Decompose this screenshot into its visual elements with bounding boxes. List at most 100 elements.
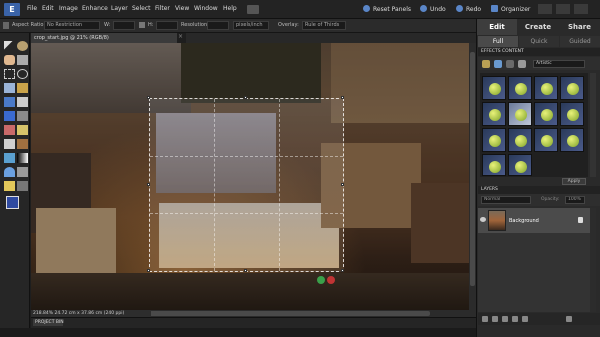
tab-create[interactable]: Create <box>518 19 558 35</box>
eraser-tool-icon[interactable] <box>4 139 15 149</box>
overlay-select[interactable]: Rule of Thirds <box>302 21 346 30</box>
cancel-crop-icon[interactable] <box>327 276 335 284</box>
menu-enhance[interactable]: Enhance <box>82 5 108 12</box>
tab-edit[interactable]: Edit <box>477 19 517 35</box>
effect-thumbnail-selected[interactable] <box>508 102 532 126</box>
crop-tool-icon[interactable] <box>4 111 15 121</box>
undo-button[interactable]: Undo <box>420 5 446 13</box>
close-window-button[interactable] <box>574 4 588 14</box>
crop-handle-bottom[interactable] <box>244 269 247 272</box>
menu-file[interactable]: File <box>27 5 37 12</box>
smart-brush-tool-icon[interactable] <box>17 139 28 149</box>
minimize-button[interactable] <box>538 4 552 14</box>
new-adjustment-layer-icon[interactable] <box>492 316 498 322</box>
red-eye-tool-icon[interactable] <box>4 97 15 107</box>
layers-menu-icon[interactable] <box>566 316 572 322</box>
effect-thumbnail[interactable] <box>534 76 558 100</box>
menu-view[interactable]: View <box>175 5 189 12</box>
opacity-input[interactable]: 100% <box>565 196 585 204</box>
effect-thumbnail[interactable] <box>508 76 532 100</box>
vertical-scroll-thumb[interactable] <box>470 52 475 286</box>
blur-tool-icon[interactable] <box>17 167 28 177</box>
crop-handle-left[interactable] <box>147 183 150 186</box>
crop-handle-top[interactable] <box>244 96 247 99</box>
apply-effect-button[interactable]: Apply <box>562 178 586 185</box>
workspace-menu-icon[interactable] <box>247 5 259 14</box>
new-layer-icon[interactable] <box>482 316 488 322</box>
effects-scrollbar[interactable] <box>590 73 596 177</box>
crop-handle-top-right[interactable] <box>341 96 344 99</box>
shape-tool-icon[interactable] <box>4 167 15 177</box>
lock-transparent-icon[interactable] <box>512 316 518 322</box>
reset-panels-button[interactable]: Reset Panels <box>363 5 411 13</box>
redo-button[interactable]: Redo <box>456 5 481 13</box>
swap-dimensions-icon[interactable] <box>139 22 145 28</box>
menu-select[interactable]: Select <box>132 5 151 12</box>
tab-quick-edit[interactable]: Quick <box>519 36 559 47</box>
organizer-button[interactable]: Organizer <box>491 5 530 13</box>
effects-category-select[interactable]: Artistic <box>533 60 585 68</box>
close-document-icon[interactable]: × <box>178 33 186 43</box>
maximize-button[interactable] <box>556 4 570 14</box>
tab-guided-edit[interactable]: Guided <box>560 36 600 47</box>
width-input[interactable] <box>113 21 135 30</box>
photo-effects-icon[interactable] <box>506 60 514 68</box>
crop-handle-top-left[interactable] <box>147 96 150 99</box>
delete-layer-icon[interactable] <box>522 316 528 322</box>
resolution-input[interactable] <box>207 21 229 30</box>
visibility-eye-icon[interactable] <box>480 217 486 222</box>
gradient-tool-icon[interactable] <box>17 153 28 163</box>
lock-icon[interactable] <box>578 217 583 223</box>
lasso-tool-icon[interactable] <box>17 69 28 79</box>
aspect-ratio-select[interactable]: No Restriction <box>44 21 100 30</box>
recompose-tool-icon[interactable] <box>17 111 28 121</box>
foreground-color-swatch[interactable] <box>6 196 19 209</box>
effect-thumbnail[interactable] <box>482 154 506 176</box>
effect-thumbnail[interactable] <box>560 102 584 126</box>
effect-thumbnail[interactable] <box>482 128 506 152</box>
hand-tool-icon[interactable] <box>4 55 15 65</box>
effects-panel-header[interactable]: EFFECTS CONTENT <box>478 48 600 56</box>
crop-handle-right[interactable] <box>341 183 344 186</box>
menu-help[interactable]: Help <box>223 5 237 12</box>
crop-tool-preset-icon[interactable] <box>3 22 9 29</box>
quick-selection-tool-icon[interactable] <box>4 83 15 93</box>
menu-image[interactable]: Image <box>59 5 78 12</box>
tab-share[interactable]: Share <box>559 19 600 35</box>
commit-crop-icon[interactable] <box>317 276 325 284</box>
resolution-unit-select[interactable]: pixels/inch <box>233 21 269 30</box>
menu-edit[interactable]: Edit <box>42 5 54 12</box>
layer-styles-icon[interactable] <box>494 60 502 68</box>
document-tab[interactable]: crop_start.jpg @ 21% (RGB/8) <box>31 33 177 43</box>
project-bin-button[interactable]: PROJECT BIN <box>33 319 64 326</box>
effect-thumbnail[interactable] <box>560 128 584 152</box>
crop-box[interactable] <box>147 96 344 272</box>
show-all-icon[interactable] <box>518 60 526 68</box>
paint-bucket-tool-icon[interactable] <box>4 153 15 163</box>
blend-mode-select[interactable]: Normal <box>481 196 531 204</box>
height-input[interactable] <box>156 21 178 30</box>
effect-thumbnail[interactable] <box>534 128 558 152</box>
effect-thumbnail[interactable] <box>508 154 532 176</box>
marquee-tool-icon[interactable] <box>4 69 15 79</box>
brush-tool-icon[interactable] <box>17 125 28 135</box>
link-layers-icon[interactable] <box>502 316 508 322</box>
sponge-tool-icon[interactable] <box>4 181 15 191</box>
layers-panel-header[interactable]: LAYERS <box>478 186 600 194</box>
filters-icon[interactable] <box>482 60 490 68</box>
crop-handle-bottom-right[interactable] <box>341 269 344 272</box>
menu-layer[interactable]: Layer <box>111 5 128 12</box>
menu-filter[interactable]: Filter <box>155 5 170 12</box>
layers-scrollbar[interactable] <box>590 208 596 312</box>
layer-name[interactable]: Background <box>509 218 539 224</box>
effect-thumbnail[interactable] <box>508 128 532 152</box>
effect-thumbnail[interactable] <box>560 76 584 100</box>
menu-window[interactable]: Window <box>194 5 218 12</box>
clone-stamp-tool-icon[interactable] <box>17 181 28 191</box>
spot-healing-tool-icon[interactable] <box>4 125 15 135</box>
effect-thumbnail[interactable] <box>534 102 558 126</box>
type-tool-icon[interactable] <box>17 97 28 107</box>
crop-handle-bottom-left[interactable] <box>147 269 150 272</box>
tab-full-edit[interactable]: Full <box>478 36 518 47</box>
move-tool-icon[interactable] <box>4 41 15 51</box>
